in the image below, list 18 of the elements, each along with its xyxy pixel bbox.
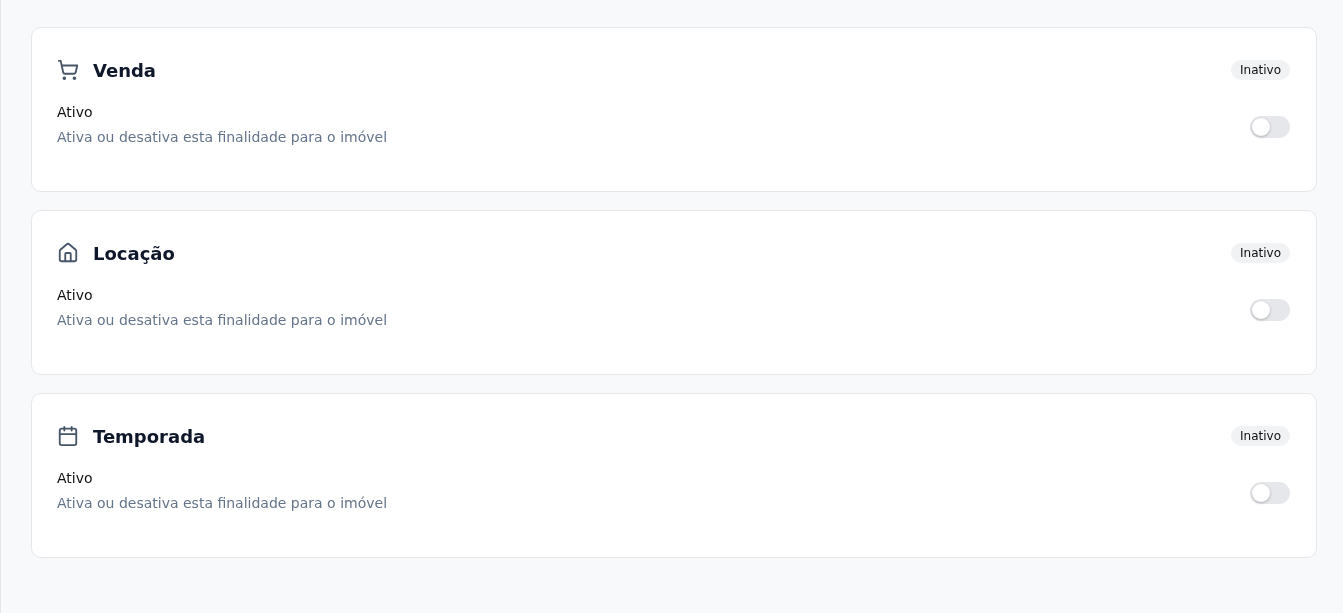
setting-label: Ativo	[57, 104, 94, 120]
setting-label: Ativo	[57, 470, 94, 486]
card-title: Venda	[93, 59, 157, 81]
cart-icon	[57, 59, 79, 81]
setting-label: Ativo	[57, 287, 94, 303]
setting-description: Ativa ou desativa esta finalidade para o imóvel	[57, 312, 389, 328]
status-badge: Inativo	[1231, 426, 1290, 446]
setting-description: Ativa ou desativa esta finalidade para o imóvel	[57, 495, 389, 511]
status-badge: Inativo	[1231, 60, 1290, 80]
toggle-switch[interactable]	[1250, 115, 1290, 138]
toggle-switch[interactable]	[1250, 481, 1290, 504]
card-title: Temporada	[93, 425, 207, 447]
status-badge: Inativo	[1231, 243, 1290, 263]
house-icon	[57, 242, 79, 264]
card-title: Locação	[93, 242, 176, 264]
calendar-icon	[57, 425, 79, 447]
toggle-switch[interactable]	[1250, 298, 1290, 321]
setting-description: Ativa ou desativa esta finalidade para o imóvel	[57, 129, 389, 145]
